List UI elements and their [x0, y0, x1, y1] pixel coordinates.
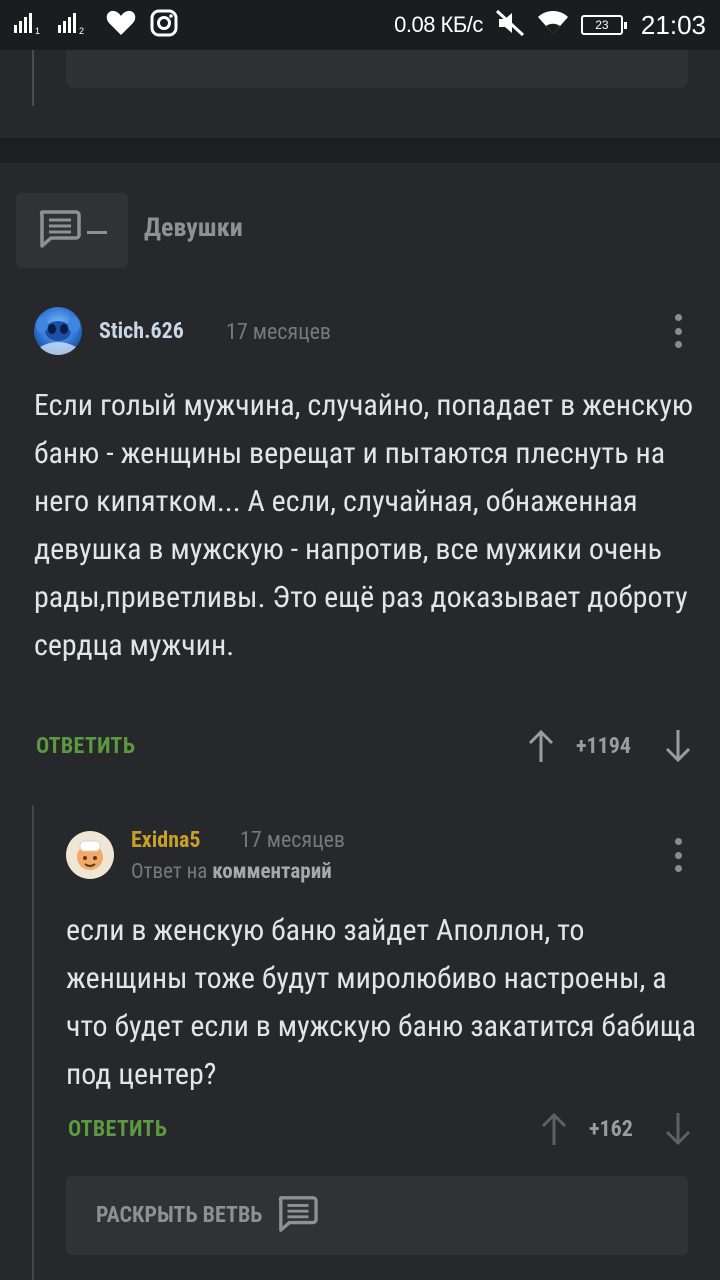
- reply-to-link[interactable]: комментарий: [212, 860, 332, 884]
- reply-to-prefix: Ответ на: [131, 860, 208, 884]
- comment-body: если в женскую баню зайдет Аполлон, то ж…: [66, 913, 696, 1092]
- comment-rating: +162: [589, 1117, 633, 1142]
- mute-icon: [495, 9, 525, 42]
- instagram-icon: [150, 9, 178, 42]
- svg-text:2: 2: [79, 26, 84, 35]
- heart-icon: [106, 10, 136, 41]
- comment-rating: +1194: [576, 734, 631, 759]
- downvote-icon[interactable]: [664, 1111, 692, 1151]
- network-speed: 0.08 КБ/с: [394, 12, 483, 37]
- expand-branch-label: РАСКРЫТЬ ВЕТВЬ: [96, 1203, 263, 1228]
- minus-icon: [87, 221, 107, 240]
- avatar[interactable]: [34, 307, 82, 355]
- thread-line[interactable]: [32, 805, 34, 1280]
- collapse-story-button[interactable]: [16, 193, 128, 268]
- comment-body: Если голый мужчина, случайно, попадает в…: [34, 388, 694, 663]
- signal-sim1-icon: 1: [14, 11, 44, 40]
- expand-branch-button[interactable]: РАСКРЫТЬ ВЕТВЬ: [66, 1176, 688, 1255]
- clock: 21:03: [640, 9, 706, 40]
- thread-line: [32, 50, 34, 106]
- battery-level: 23: [595, 18, 609, 32]
- section-divider: [0, 138, 720, 163]
- reply-to-info: Ответ на комментарий: [131, 860, 332, 884]
- comments-icon: [37, 208, 81, 254]
- battery-icon: 23: [580, 15, 627, 35]
- avatar[interactable]: [66, 831, 114, 879]
- wifi-icon: [537, 10, 569, 41]
- story-title[interactable]: Девушки: [144, 213, 243, 243]
- signal-sim2-icon: 2: [58, 11, 92, 40]
- status-bar: 1 2 0.08 КБ/с 23 21:03: [0, 0, 720, 50]
- comment-author[interactable]: Exidna5: [131, 828, 201, 853]
- comment-time: 17 месяцев: [226, 320, 331, 345]
- comment-time: 17 месяцев: [240, 828, 345, 853]
- downvote-icon[interactable]: [664, 728, 692, 768]
- reply-button[interactable]: ОТВЕТИТЬ: [68, 1117, 167, 1142]
- svg-text:1: 1: [35, 26, 40, 35]
- upvote-icon[interactable]: [527, 728, 555, 768]
- previous-expand-box[interactable]: [66, 50, 688, 88]
- more-options-icon[interactable]: [673, 314, 683, 348]
- comments-icon: [276, 1194, 319, 1238]
- more-options-icon[interactable]: [673, 838, 683, 872]
- upvote-icon[interactable]: [540, 1111, 568, 1151]
- reply-button[interactable]: ОТВЕТИТЬ: [36, 734, 135, 759]
- comment-author[interactable]: Stich.626: [99, 319, 184, 344]
